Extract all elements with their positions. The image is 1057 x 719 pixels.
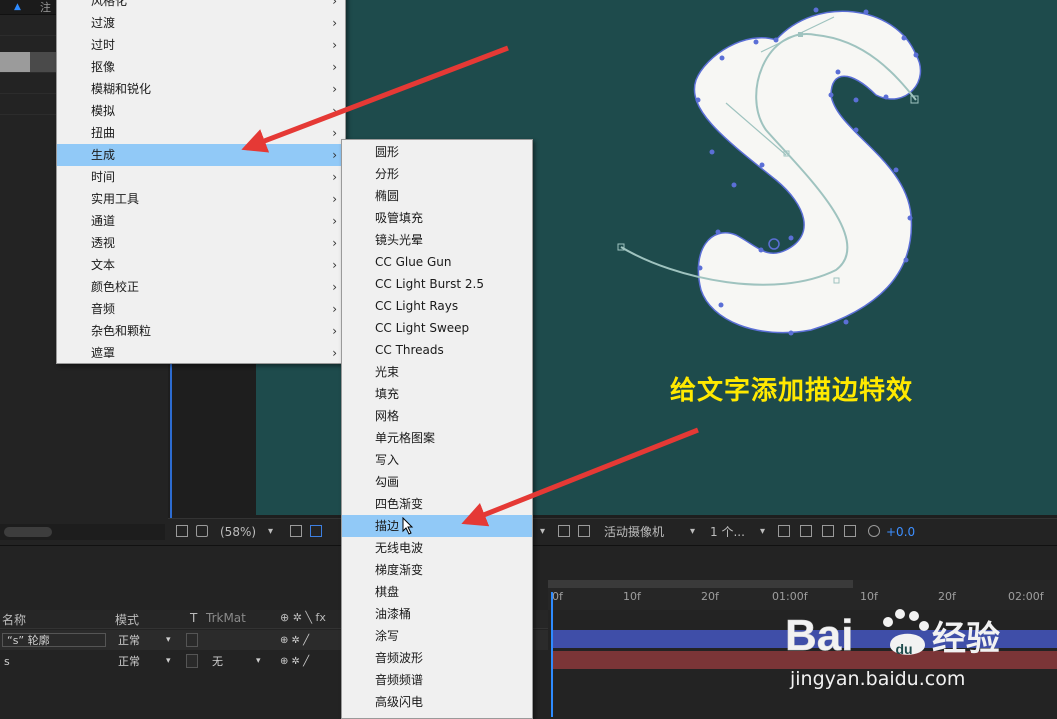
arrow-to-generate (241, 45, 509, 153)
baidu-watermark: Bai du 经验 (780, 600, 1050, 710)
svg-text:du: du (895, 641, 912, 657)
watermark-brand: Bai (785, 611, 853, 660)
annotation-caption: 给文字添加描边特效 (670, 376, 914, 406)
baidu-logo: Bai du 经验 (785, 609, 1000, 660)
watermark-url: jingyan.baidu.com (790, 668, 966, 690)
watermark-brand-cn: 经验 (932, 619, 1000, 659)
arrow-to-stroke (461, 427, 699, 527)
